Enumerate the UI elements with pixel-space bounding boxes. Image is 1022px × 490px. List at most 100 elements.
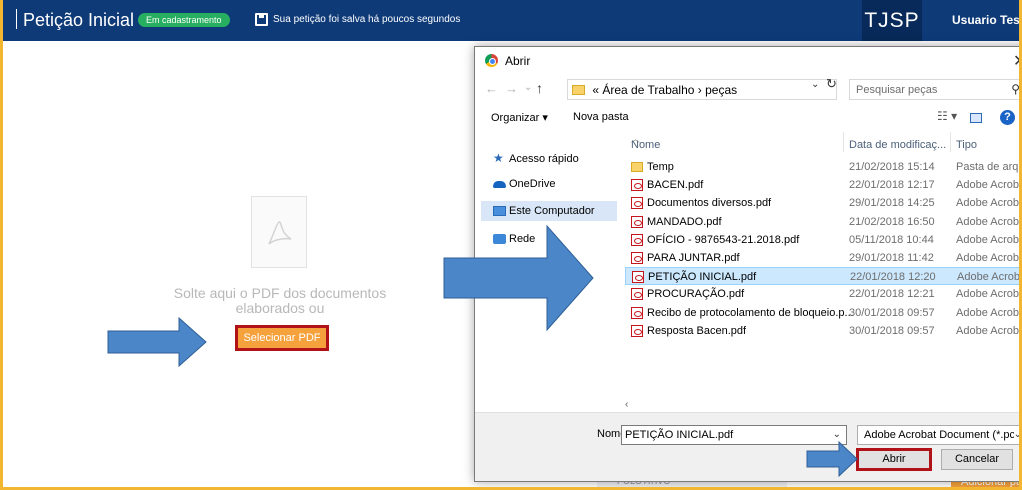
file-row[interactable]: Temp 21/02/2018 15:14 Pasta de arquiv [625,158,1022,176]
filename-value: PETIÇÃO INICIAL.pdf [625,429,734,441]
folder-icon [572,85,585,95]
horizontal-scrollbar[interactable]: ‹ [625,399,1022,413]
cancel-button[interactable]: Cancelar [941,449,1013,470]
address-bar[interactable]: « Área de Trabalho › peças [567,79,837,100]
file-date: 29/01/2018 14:25 [849,197,935,210]
column-divider[interactable] [843,132,844,152]
arrow-right-icon [443,225,594,331]
file-name: Recibo de protocolamento de bloqueio.p..… [647,306,854,319]
dialog-toolbar: Organizar ▾ Nova pasta ☷ ▾ ? [475,104,1022,130]
sidebar-item-onedrive[interactable]: OneDrive [481,174,617,194]
column-header-name[interactable]: Nome [631,139,660,151]
file-row[interactable]: PARA JUNTAR.pdf 29/01/2018 11:42 Adobe Acr… [625,249,1022,267]
filetype-select[interactable]: Adobe Acrobat Document (*.pc ⌄ [857,425,1022,445]
file-name: MANDADO.pdf [647,215,722,228]
chrome-icon [485,54,498,67]
chevron-down-icon: ⌄ [1013,429,1022,440]
open-button[interactable]: Abrir [856,448,932,471]
pdf-file-icon [631,252,643,264]
file-name: Documentos diversos.pdf [647,197,772,210]
dialog-title: Abrir [505,54,531,68]
star-icon: ★ [493,151,504,165]
file-name: OFÍCIO - 9876543-21.2018.pdf [647,233,800,246]
forward-arrow-icon[interactable]: → [505,81,518,96]
file-row[interactable]: PROCURAÇÃO.pdf 22/01/2018 12:21 Adobe Acro… [625,285,1022,303]
search-icon: ⚲ [1011,82,1020,96]
pdf-file-icon [631,215,643,228]
file-type: Adobe Acrobat [956,288,1022,301]
sidebar-item-this-pc[interactable]: Este Computador [481,201,617,221]
navigation-bar: ← → ⌄ ↑ « Área de Trabalho › peças ⌄ ↻ P… [475,75,1022,103]
user-menu[interactable]: Usuario Teste [952,13,1022,27]
file-row[interactable]: BACEN.pdf 22/01/2018 12:17 Adobe Acrobat [625,176,1022,194]
file-row[interactable]: PETIÇÃO INICIAL.pdf 22/01/2018 12:20 Adobe… [625,267,1022,286]
brand-logo: TJSP [862,0,922,41]
file-date: 22/01/2018 12:20 [850,271,936,284]
file-row[interactable]: Documentos diversos.pdf 29/01/2018 14:25 A… [625,194,1022,212]
organize-button[interactable]: Organizar ▾ [491,111,548,124]
file-type: Adobe Acrobat [956,324,1022,337]
dialog-footer: Nome: PETIÇÃO INICIAL.pdf ⌄ Adobe Acroba… [475,412,1022,481]
app-header: Petição Inicial Em cadastramento Sua pet… [0,0,1022,41]
breadcrumb-desktop[interactable]: Área de Trabalho [602,83,694,97]
dialog-titlebar: Abrir ✕ [475,47,1022,75]
acrobat-icon [268,221,292,245]
file-date: 21/02/2018 15:14 [849,161,935,173]
file-name: BACEN.pdf [647,179,704,192]
filetype-value: Adobe Acrobat Document (*.pc [864,429,1016,441]
file-row[interactable]: OFÍCIO - 9876543-21.2018.pdf 05/11/2018 1… [625,231,1022,249]
new-folder-button[interactable]: Nova pasta [573,111,629,123]
chevron-down-icon[interactable]: ⌄ [811,79,819,90]
file-date: 22/01/2018 12:17 [849,179,935,192]
page-title: Petição Inicial [16,9,134,31]
sidebar-item-label: OneDrive [509,178,556,190]
column-header-type[interactable]: Tipo [956,139,977,151]
file-type: Adobe Acrobat [956,215,1022,228]
column-header-date[interactable]: Data de modificaç... [849,139,946,151]
file-name: Resposta Bacen.pdf [647,324,747,337]
back-arrow-icon[interactable]: ← [485,81,498,96]
file-date: 29/01/2018 11:42 [849,252,934,264]
column-headers: Nome Data de modificaç... Tipo [625,130,1022,154]
chevron-down-icon[interactable]: ⌄ [833,429,841,440]
file-name: PROCURAÇÃO.pdf [647,288,745,301]
pdf-file-icon [631,179,643,192]
select-pdf-button[interactable]: Selecionar PDF [235,325,329,351]
path-prefix: « [592,83,600,97]
file-row[interactable]: Recibo de protocolamento de bloqueio.p..… [625,304,1022,322]
file-type: Adobe Acrobat [956,179,1022,192]
help-icon[interactable]: ? [1000,110,1015,125]
close-icon[interactable]: ✕ [1013,51,1022,71]
save-icon [255,13,268,26]
file-name: PARA JUNTAR.pdf [647,252,740,264]
file-type: Adobe Acrobat [956,197,1022,210]
scroll-left-icon[interactable]: ‹ [625,399,628,410]
search-input[interactable]: Pesquisar peças ⚲ [849,79,1022,100]
arrow-right-icon [806,441,858,477]
pdf-file-icon [631,306,643,319]
file-type: Adobe Acrobat [956,233,1022,246]
file-name: PETIÇÃO INICIAL.pdf [648,271,757,284]
breadcrumb-pecas[interactable]: peças [705,83,737,97]
pdf-file-icon [631,324,643,337]
file-type: Adobe Acrobat [957,271,1022,284]
up-arrow-icon[interactable]: ↑ [536,80,543,96]
file-date: 30/01/2018 09:57 [849,306,935,319]
preview-pane-icon[interactable] [970,113,982,123]
status-badge: Em cadastramento [138,13,230,27]
computer-icon [493,206,506,216]
file-row[interactable]: Resposta Bacen.pdf 30/01/2018 09:57 Adobe … [625,322,1022,340]
chevron-down-icon[interactable]: ⌄ [524,82,532,93]
sidebar-item-quick-access[interactable]: ★ Acesso rápido [481,149,617,169]
save-status: Sua petição foi salva há poucos segundos [273,14,461,25]
file-date: 30/01/2018 09:57 [849,324,935,337]
refresh-icon[interactable]: ↻ [826,76,837,92]
view-options-icon[interactable]: ☷ ▾ [937,109,957,123]
breadcrumb-separator: › [697,83,702,97]
file-row[interactable]: MANDADO.pdf 21/02/2018 16:50 Adobe Acrobat [625,213,1022,231]
dropzone-text: Solte aqui o PDF dos documentos elaborad… [173,285,387,316]
pdf-placeholder-icon [251,196,307,268]
column-divider[interactable] [950,132,951,152]
pdf-file-icon [632,271,644,284]
file-type: Adobe Acrobat [956,306,1022,319]
